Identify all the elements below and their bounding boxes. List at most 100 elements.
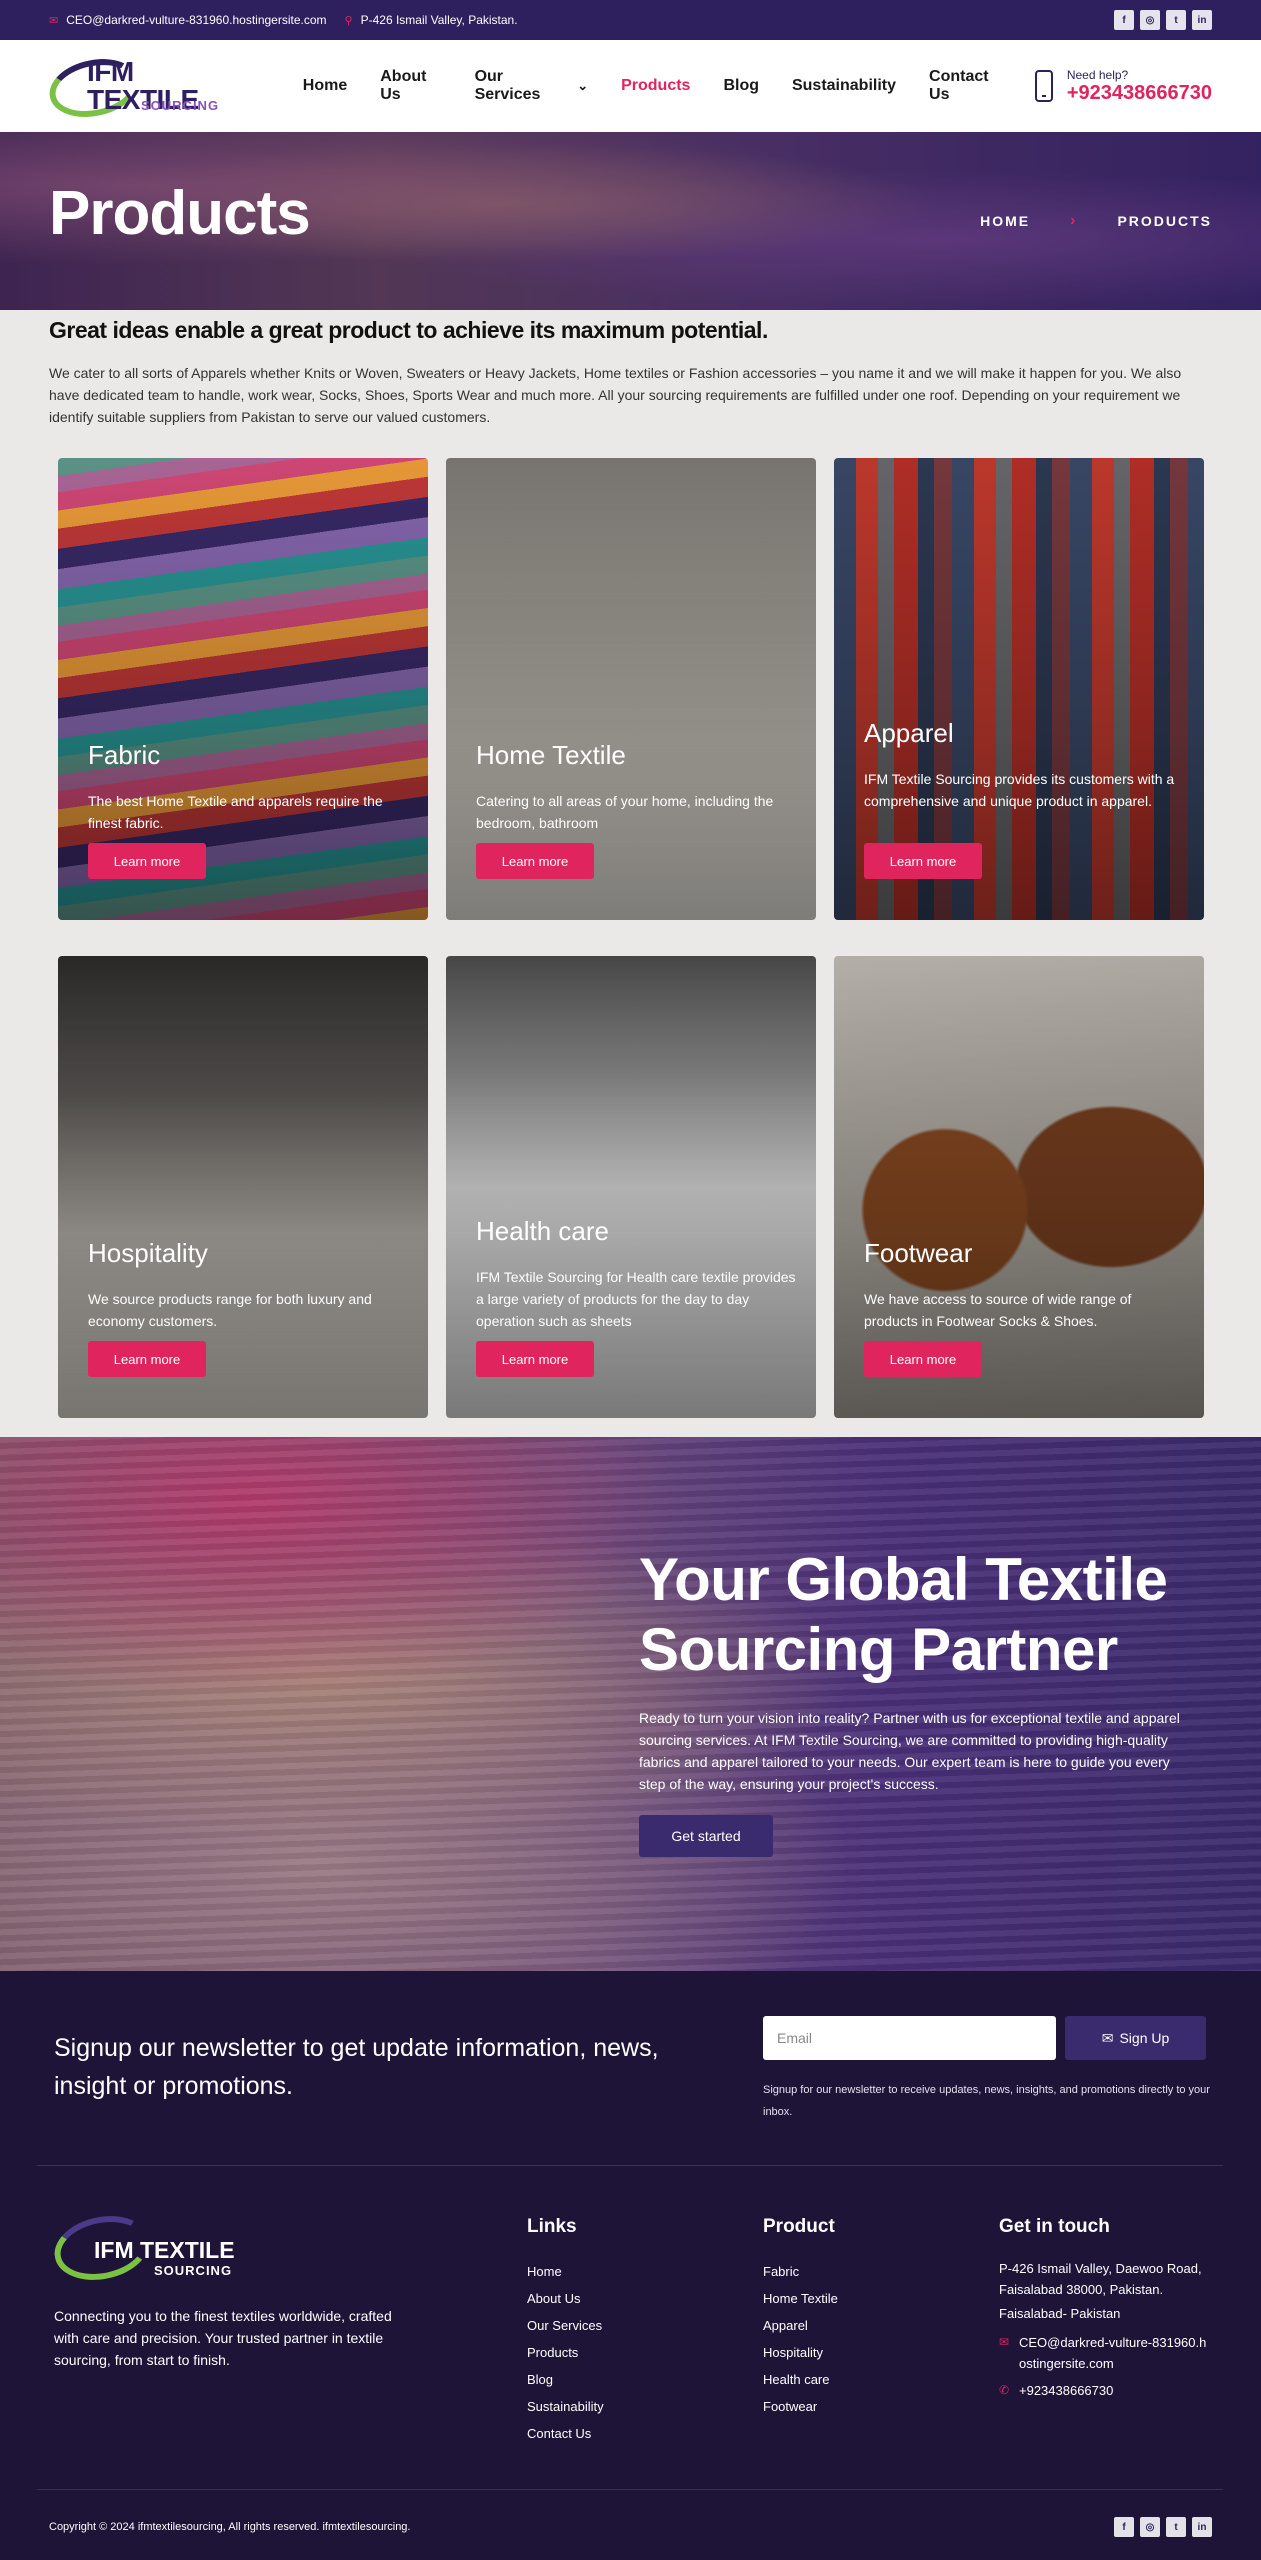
- section-intro-text: We cater to all sorts of Apparels whethe…: [49, 365, 1182, 425]
- envelope-icon: ✉: [1101, 2029, 1114, 2046]
- footer-phone-text: +923438666730: [1019, 2383, 1114, 2398]
- footer-address: P-426 Ismail Valley, Daewoo Road, Faisal…: [999, 2261, 1202, 2297]
- section-heading: Great ideas enable a great product to ac…: [49, 317, 768, 343]
- product-card-footwear[interactable]: Footwear We have access to source of wid…: [834, 956, 1204, 1418]
- product-card-home-textile[interactable]: Home Textile Catering to all areas of yo…: [446, 458, 816, 920]
- card-description: Catering to all areas of your home, incl…: [476, 793, 774, 831]
- newsletter-note: Signup for our newsletter to receive upd…: [763, 2084, 1210, 2118]
- get-started-button[interactable]: Get started: [639, 1815, 773, 1857]
- card-description: IFM Textile Sourcing for Health care tex…: [476, 1269, 796, 1329]
- newsletter-signup-button[interactable]: ✉ Sign Up: [1065, 2016, 1206, 2060]
- partner-text: Ready to turn your vision into reality? …: [639, 1710, 1180, 1792]
- nav-sustainability[interactable]: Sustainability: [792, 77, 896, 95]
- nav-our-services-label: Our Services: [474, 68, 541, 103]
- topbar-email[interactable]: ✉ CEO@darkred-vulture-831960.hostingersi…: [49, 13, 327, 27]
- learn-more-button[interactable]: Learn more: [88, 843, 206, 879]
- footer-logo[interactable]: IFM TEXTILE SOURCING: [48, 2207, 274, 2289]
- instagram-icon[interactable]: ◎: [1140, 10, 1160, 30]
- page-title: Products: [49, 179, 311, 248]
- footer-product-column: Product Fabric Home Textile Apparel Hosp…: [763, 2216, 838, 2420]
- breadcrumb-home[interactable]: HOME: [980, 213, 1030, 229]
- breadcrumb-current: PRODUCTS: [1117, 213, 1212, 229]
- footer-link-about-us[interactable]: About Us: [527, 2285, 604, 2312]
- breadcrumb: HOME › PRODUCTS: [980, 212, 1212, 230]
- footer-bottom-divider: [37, 2489, 1223, 2490]
- card-title: Hospitality: [88, 1238, 208, 1268]
- product-card-health-care[interactable]: Health care IFM Textile Sourcing for Hea…: [446, 956, 816, 1418]
- product-card-hospitality[interactable]: Hospitality We source products range for…: [58, 956, 428, 1418]
- facebook-icon[interactable]: f: [1114, 2517, 1134, 2537]
- footer-contact-title: Get in touch: [999, 2216, 1110, 2237]
- nav-our-services[interactable]: Our Services ⌄: [475, 68, 589, 104]
- footer-link-sustainability[interactable]: Sustainability: [527, 2393, 604, 2420]
- topbar-address-text: P-426 Ismail Valley, Pakistan.: [360, 13, 518, 27]
- site-header: IFM TEXTILE SOURCING Home About Us Our S…: [0, 40, 1261, 132]
- footer-phone[interactable]: ✆ +923438666730: [999, 2380, 1214, 2401]
- card-description: IFM Textile Sourcing provides its custom…: [864, 771, 1175, 809]
- card-title: Footwear: [864, 1238, 973, 1268]
- products-section: Great ideas enable a great product to ac…: [0, 310, 1261, 1437]
- mobile-phone-icon: [1034, 70, 1053, 102]
- nav-contact-us[interactable]: Contact Us: [929, 68, 1002, 104]
- site-footer: Signup our newsletter to get update info…: [0, 1971, 1261, 2560]
- top-bar: ✉ CEO@darkred-vulture-831960.hostingersi…: [0, 0, 1261, 40]
- nav-blog[interactable]: Blog: [723, 77, 759, 95]
- partner-section: Your Global Textile Sourcing Partner Rea…: [0, 1437, 1261, 1971]
- learn-more-button[interactable]: Learn more: [476, 1341, 594, 1377]
- footer-product-footwear[interactable]: Footwear: [763, 2393, 838, 2420]
- card-title: Home Textile: [476, 740, 626, 770]
- footer-link-products[interactable]: Products: [527, 2339, 604, 2366]
- site-logo[interactable]: IFM TEXTILE SOURCING: [44, 51, 220, 125]
- footer-link-our-services[interactable]: Our Services: [527, 2312, 604, 2339]
- learn-more-button[interactable]: Learn more: [88, 1341, 206, 1377]
- footer-email-text: CEO@darkred-vulture-831960.hostingersite…: [1019, 2335, 1207, 2371]
- learn-more-button[interactable]: Learn more: [864, 1341, 982, 1377]
- nav-home[interactable]: Home: [303, 77, 347, 95]
- footer-logo-subtext: SOURCING: [154, 2263, 233, 2278]
- footer-link-contact-us[interactable]: Contact Us: [527, 2420, 604, 2447]
- card-title: Apparel: [864, 718, 954, 748]
- learn-more-button[interactable]: Learn more: [476, 843, 594, 879]
- help-label: Need help?: [1066, 67, 1129, 82]
- facebook-icon[interactable]: f: [1114, 10, 1134, 30]
- product-card-apparel[interactable]: Apparel IFM Textile Sourcing provides it…: [834, 458, 1204, 920]
- footer-links-title: Links: [527, 2216, 577, 2237]
- twitter-icon[interactable]: t: [1166, 10, 1186, 30]
- footer-email[interactable]: ✉ CEO@darkred-vulture-831960.hostingersi…: [999, 2332, 1214, 2374]
- envelope-icon: ✉: [999, 2335, 1010, 2349]
- footer-link-blog[interactable]: Blog: [527, 2366, 604, 2393]
- topbar-email-text: CEO@darkred-vulture-831960.hostingersite…: [66, 13, 327, 27]
- footer-product-title: Product: [763, 2216, 835, 2237]
- footer-link-home[interactable]: Home: [527, 2258, 604, 2285]
- topbar-address: ⚲ P-426 Ismail Valley, Pakistan.: [345, 13, 518, 27]
- footer-tagline: Connecting you to the finest textiles wo…: [54, 2308, 392, 2368]
- nav-about-us[interactable]: About Us: [380, 68, 441, 104]
- footer-product-fabric[interactable]: Fabric: [763, 2258, 838, 2285]
- footer-product-health-care[interactable]: Health care: [763, 2366, 838, 2393]
- chevron-down-icon[interactable]: ⌄: [577, 78, 588, 94]
- chevron-right-icon: ›: [1070, 212, 1078, 229]
- phone-icon: ✆: [999, 2383, 1010, 2397]
- nav-products[interactable]: Products: [621, 77, 690, 95]
- topbar-social-links: f ◎ t in: [1114, 10, 1212, 30]
- partner-title: Your Global Textile Sourcing Partner: [639, 1546, 1168, 1683]
- help-contact[interactable]: Need help? +923438666730: [1034, 67, 1212, 105]
- learn-more-button[interactable]: Learn more: [864, 843, 982, 879]
- footer-product-apparel[interactable]: Apparel: [763, 2312, 838, 2339]
- footer-logo-text: IFM TEXTILE: [94, 2237, 235, 2263]
- instagram-icon[interactable]: ◎: [1140, 2517, 1160, 2537]
- footer-product-home-textile[interactable]: Home Textile: [763, 2285, 838, 2312]
- card-description: The best Home Textile and apparels requi…: [88, 793, 383, 831]
- twitter-icon[interactable]: t: [1166, 2517, 1186, 2537]
- copyright: Copyright © 2024 ifmtextilesourcing, All…: [49, 2521, 411, 2533]
- card-title: Health care: [476, 1216, 609, 1246]
- card-title: Fabric: [88, 740, 161, 770]
- linkedin-icon[interactable]: in: [1192, 10, 1212, 30]
- footer-address-city: Faisalabad- Pakistan: [999, 2306, 1121, 2321]
- product-card-fabric[interactable]: Fabric The best Home Textile and apparel…: [58, 458, 428, 920]
- newsletter-email-input[interactable]: Email: [763, 2016, 1056, 2060]
- help-phone[interactable]: +923438666730: [1067, 82, 1212, 105]
- main-nav: Home About Us Our Services ⌄ Products Bl…: [303, 68, 1035, 104]
- footer-product-hospitality[interactable]: Hospitality: [763, 2339, 838, 2366]
- linkedin-icon[interactable]: in: [1192, 2517, 1212, 2537]
